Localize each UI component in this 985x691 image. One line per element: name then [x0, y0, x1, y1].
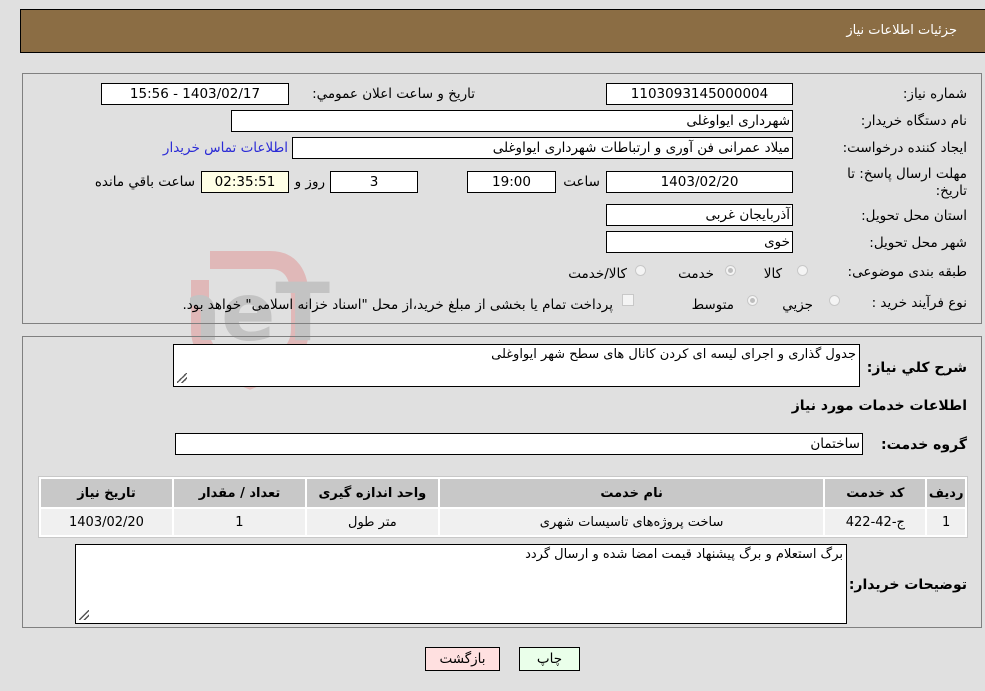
buyer-notes-text: برگ استعلام و برگ پیشنهاد قیمت امضا شده …: [525, 547, 843, 562]
description-text: جدول گذاری و اجرای لیسه ای کردن کانال ها…: [491, 347, 856, 362]
category-goods-label: کالا: [763, 266, 782, 282]
deadline-time-label: ساعت: [563, 174, 600, 190]
services-table: رديف کد خدمت نام خدمت واحد اندازه گيری ت…: [38, 476, 968, 538]
category-label: طبقه بندی موضوعی:: [847, 264, 967, 280]
cell-quantity: 1: [173, 509, 305, 535]
purchase-minor-label: جزيي: [782, 297, 813, 313]
description-label: شرح کلي نياز:: [866, 360, 967, 376]
col-unit: واحد اندازه گيری: [306, 479, 438, 507]
col-quantity: تعداد / مقدار: [173, 479, 305, 507]
print-button[interactable]: چاپ: [519, 647, 580, 671]
days-label: روز و: [294, 174, 325, 190]
col-service-code: کد خدمت: [825, 479, 926, 507]
province-label: استان محل تحويل:: [861, 208, 967, 224]
services-heading: اطلاعات خدمات مورد نياز: [791, 398, 967, 414]
buyer-org-field: شهرداری ایواوغلی: [231, 110, 793, 132]
table-row: 1 ج-42-422 ساخت پروژه‌های تاسیسات شهری م…: [41, 509, 965, 535]
col-service-name: نام خدمت: [439, 479, 824, 507]
deadline-time-field: 19:00: [467, 171, 556, 193]
resize-grip-icon[interactable]: [177, 373, 187, 383]
resize-grip-icon[interactable]: [79, 610, 89, 620]
service-group-field: ساختمان: [175, 433, 863, 455]
announce-datetime-field: 1403/02/17 - 15:56: [101, 83, 289, 105]
category-radio-goods[interactable]: [797, 265, 808, 276]
description-textarea[interactable]: جدول گذاری و اجرای لیسه ای کردن کانال ها…: [173, 344, 860, 387]
cell-service-code: ج-42-422: [825, 509, 926, 535]
purchase-type-label: نوع فرآيند خريد :: [871, 295, 967, 311]
purchase-radio-medium[interactable]: [747, 295, 758, 306]
purchase-radio-minor[interactable]: [829, 295, 840, 306]
buyer-notes-label: توضيحات خريدار:: [848, 577, 967, 593]
need-number-field: 1103093145000004: [606, 83, 793, 105]
category-radio-service[interactable]: [725, 265, 736, 276]
purchase-medium-label: متوسط: [691, 297, 734, 313]
cell-service-name: ساخت پروژه‌های تاسیسات شهری: [439, 509, 824, 535]
service-group-label: گروه خدمت:: [881, 437, 967, 453]
deadline-date-field: 1403/02/20: [606, 171, 793, 193]
page-title: جزئیات اطلاعات نیاز: [846, 23, 957, 38]
col-row-number: رديف: [927, 479, 965, 507]
need-number-label: شماره نیاز:: [902, 86, 967, 102]
requester-field: میلاد عمرانی فن آوری و ارتباطات شهرداری …: [292, 137, 793, 159]
cell-row-number: 1: [927, 509, 965, 535]
treasury-checkbox[interactable]: [622, 294, 634, 306]
category-radio-goods-service[interactable]: [635, 265, 646, 276]
remaining-time-field: 02:35:51: [201, 171, 289, 193]
province-field: آذربایجان غربی: [606, 204, 793, 226]
remaining-days-field: 3: [330, 171, 418, 193]
buyer-notes-textarea[interactable]: برگ استعلام و برگ پیشنهاد قیمت امضا شده …: [75, 544, 847, 624]
table-header-row: رديف کد خدمت نام خدمت واحد اندازه گيری ت…: [41, 479, 965, 507]
deadline-label: مهلت ارسال پاسخ: تا تاريخ:: [847, 166, 967, 199]
category-goods-service-label: کالا/خدمت: [568, 266, 627, 282]
announce-datetime-label: تاريخ و ساعت اعلان عمومي:: [312, 86, 475, 102]
col-need-date: تاريخ نياز: [41, 479, 172, 507]
cell-unit: متر طول: [306, 509, 438, 535]
city-label: شهر محل تحويل:: [869, 235, 967, 251]
back-button[interactable]: بازگشت: [425, 647, 500, 671]
treasury-checkbox-label: پرداخت تمام يا بخشی از مبلغ خريد،از محل …: [182, 297, 613, 313]
page-header: جزئیات اطلاعات نیاز: [20, 9, 985, 53]
buyer-contact-link[interactable]: اطلاعات تماس خريدار: [163, 140, 288, 156]
city-field: خوی: [606, 231, 793, 253]
buyer-org-label: نام دستگاه خريدار:: [860, 113, 967, 129]
remaining-time-label: ساعت باقي مانده: [94, 174, 195, 190]
requester-label: ايجاد کننده درخواست:: [842, 140, 967, 156]
cell-need-date: 1403/02/20: [41, 509, 172, 535]
category-service-label: خدمت: [678, 266, 714, 282]
